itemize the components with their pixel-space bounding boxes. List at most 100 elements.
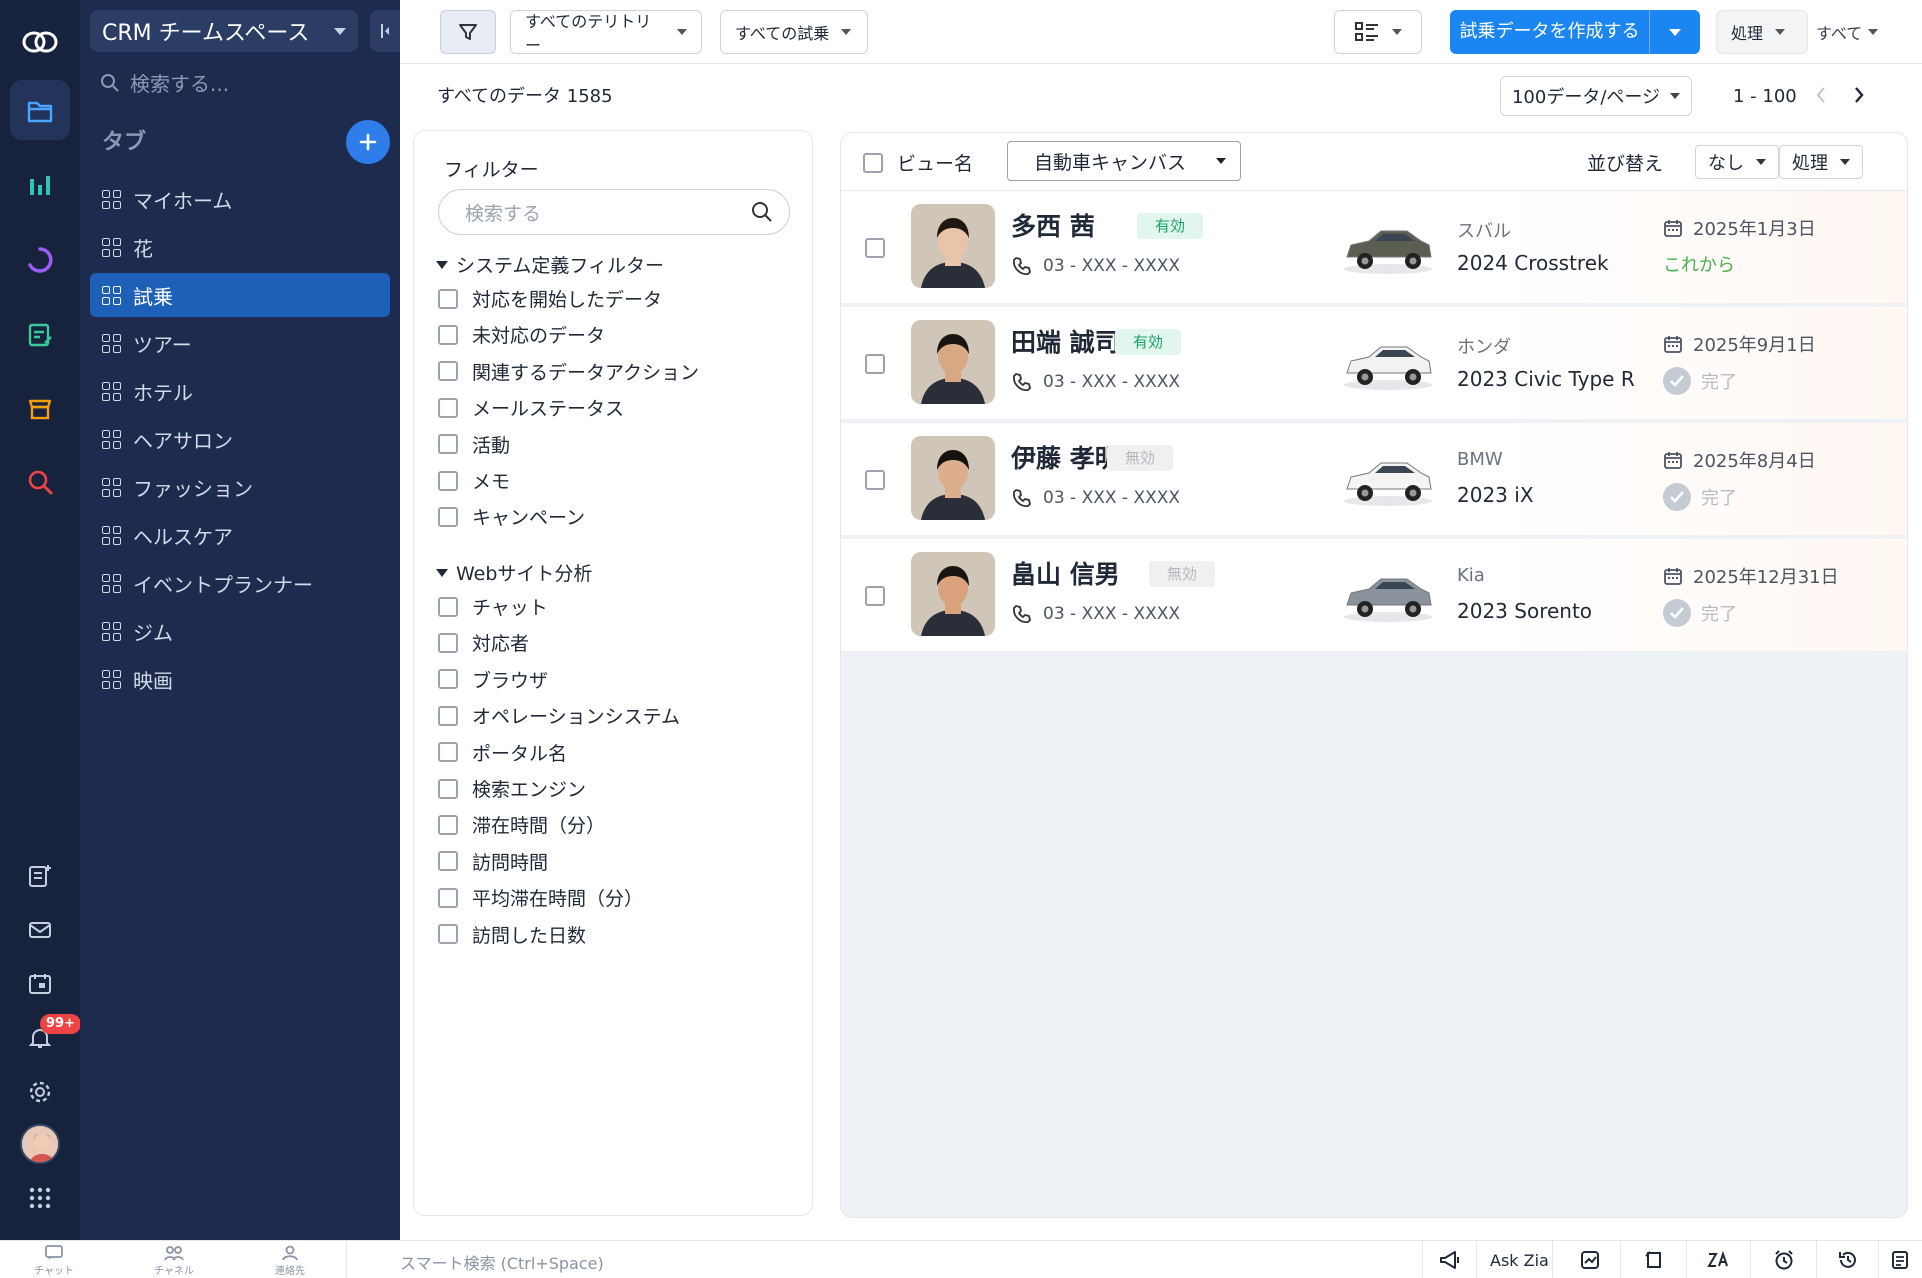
filter-checkbox[interactable] xyxy=(438,397,458,418)
sidebar-item[interactable]: イベントプランナー xyxy=(90,561,390,605)
filter-checkbox[interactable] xyxy=(438,814,458,835)
collapse-sidebar-button[interactable] xyxy=(370,10,400,52)
filter-checkbox[interactable] xyxy=(438,669,458,690)
filter-section-toggle[interactable]: Webサイト分析 xyxy=(436,559,592,586)
sidebar-item[interactable]: 花 xyxy=(90,225,390,269)
filter-checkbox[interactable] xyxy=(438,742,458,763)
view-switcher[interactable] xyxy=(1334,10,1422,54)
filter-option[interactable]: 未対応のデータ xyxy=(438,321,605,348)
signals-icon[interactable] xyxy=(1578,1248,1602,1272)
filter-option[interactable]: ポータル名 xyxy=(438,739,567,766)
filter-checkbox[interactable] xyxy=(438,434,458,455)
customer-name[interactable]: 田端 誠司 xyxy=(1011,323,1120,359)
filter-option[interactable]: 対応者 xyxy=(438,629,529,656)
territory-dropdown[interactable]: すべてのテリトリー xyxy=(510,10,702,55)
record-card[interactable]: 田端 誠司 03 - XXX - XXXX 有効 ホンダ 2023 Civic Type… xyxy=(841,307,1907,421)
filter-checkbox[interactable] xyxy=(438,924,458,945)
filter-checkbox[interactable] xyxy=(438,361,458,382)
sidebar-item[interactable]: ヘルスケア xyxy=(90,513,390,557)
sidebar-item[interactable]: ヘアサロン xyxy=(90,417,390,461)
workspace-switcher[interactable]: CRM チームスペース xyxy=(90,10,358,52)
sidebar-search[interactable]: 検索する... xyxy=(100,68,229,97)
record-card[interactable]: 畠山 信男 03 - XXX - XXXX 無効 Kia 2023 Sorento 202… xyxy=(841,539,1907,653)
mail-icon[interactable] xyxy=(10,900,70,960)
record-card[interactable]: 伊藤 孝明 03 - XXX - XXXX 無効 BMW 2023 iX 2025年8月4… xyxy=(841,423,1907,537)
view-select[interactable]: 自動車キャンバス xyxy=(1007,141,1241,181)
history-icon[interactable] xyxy=(1836,1248,1860,1272)
customer-phone[interactable]: 03 - XXX - XXXX xyxy=(1011,487,1180,509)
filter-option[interactable]: 検索エンジン xyxy=(438,775,586,802)
filter-checkbox[interactable] xyxy=(438,324,458,345)
filter-checkbox[interactable] xyxy=(438,887,458,908)
apps-grid-icon[interactable] xyxy=(10,1168,70,1228)
customer-phone[interactable]: 03 - XXX - XXXX xyxy=(1011,371,1180,393)
create-dropdown-arrow[interactable] xyxy=(1650,28,1700,36)
filter-option[interactable]: 訪問時間 xyxy=(438,848,548,875)
filter-option[interactable]: メールステータス xyxy=(438,394,624,421)
filter-section-toggle[interactable]: システム定義フィルター xyxy=(436,251,664,278)
footer-tab-contacts[interactable]: 連絡先 xyxy=(260,1245,320,1277)
record-checkbox[interactable] xyxy=(865,238,885,258)
filter-option[interactable]: 関連するデータアクション xyxy=(438,358,699,385)
filter-checkbox[interactable] xyxy=(438,705,458,726)
sidebar-item[interactable]: 映画 xyxy=(90,657,390,701)
search-analytics-icon[interactable] xyxy=(10,452,70,512)
per-page-dropdown[interactable]: 100データ/ページ xyxy=(1500,76,1692,116)
customer-name[interactable]: 畠山 信男 xyxy=(1011,555,1120,591)
modules-icon[interactable] xyxy=(10,80,70,140)
filter-checkbox[interactable] xyxy=(438,632,458,653)
filter-checkbox[interactable] xyxy=(438,596,458,617)
filter-checkbox[interactable] xyxy=(438,851,458,872)
user-avatar[interactable] xyxy=(20,1124,60,1164)
filter-checkbox[interactable] xyxy=(438,506,458,527)
smart-search-input[interactable]: スマート検索 (Ctrl+Space) xyxy=(400,1250,604,1274)
sort-dropdown[interactable]: なし xyxy=(1695,145,1779,179)
sidebar-item[interactable]: ツアー xyxy=(90,321,390,365)
filter-option[interactable]: キャンペーン xyxy=(438,503,585,530)
actions-dropdown[interactable]: 処理 xyxy=(1716,10,1808,54)
calendar-icon[interactable] xyxy=(10,954,70,1014)
filter-option[interactable]: 活動 xyxy=(438,431,510,458)
sidebar-item[interactable]: ファッション xyxy=(90,465,390,509)
create-test-drive-button[interactable]: 試乗データを作成する xyxy=(1450,10,1700,54)
filter-option[interactable]: メモ xyxy=(438,467,510,494)
filter-toggle-button[interactable] xyxy=(440,10,496,54)
canvas-actions-dropdown[interactable]: 処理 xyxy=(1779,145,1863,179)
all-dropdown[interactable]: すべて xyxy=(1816,20,1879,44)
store-icon[interactable] xyxy=(10,378,70,438)
filter-option[interactable]: ブラウザ xyxy=(438,666,548,693)
prev-page-button[interactable] xyxy=(1814,84,1828,106)
app-logo-icon[interactable] xyxy=(10,12,70,72)
filter-checkbox[interactable] xyxy=(438,778,458,799)
record-checkbox[interactable] xyxy=(865,354,885,374)
notes-icon[interactable] xyxy=(1888,1248,1912,1272)
announcement-icon[interactable] xyxy=(1438,1248,1462,1272)
filter-option[interactable]: 滞在時間（分） xyxy=(438,811,605,838)
filter-checkbox[interactable] xyxy=(438,470,458,491)
customer-phone[interactable]: 03 - XXX - XXXX xyxy=(1011,603,1180,625)
sidebar-item[interactable]: 試乗 xyxy=(90,273,390,317)
next-page-button[interactable] xyxy=(1852,84,1866,106)
filter-option[interactable]: 平均滞在時間（分） xyxy=(438,884,643,911)
filter-option[interactable]: オペレーションシステム xyxy=(438,702,680,729)
activity-ring-icon[interactable] xyxy=(10,230,70,290)
record-card[interactable]: 多西 茜 03 - XXX - XXXX 有効 スバル 2024 Crosstrek 20… xyxy=(841,191,1907,305)
customer-phone[interactable]: 03 - XXX - XXXX xyxy=(1011,255,1180,277)
footer-tab-channels[interactable]: チャネル xyxy=(144,1245,204,1277)
settings-icon[interactable] xyxy=(10,1062,70,1122)
filter-option[interactable]: 対応を開始したデータ xyxy=(438,285,662,312)
alarm-icon[interactable] xyxy=(1772,1248,1796,1272)
customer-name[interactable]: 伊藤 孝明 xyxy=(1011,439,1120,475)
recent-items-icon[interactable] xyxy=(1642,1248,1666,1272)
select-all-checkbox[interactable] xyxy=(863,152,883,173)
customer-name[interactable]: 多西 茜 xyxy=(1011,207,1095,243)
zia-icon[interactable] xyxy=(1706,1248,1730,1272)
ask-zia-button[interactable]: Ask Zia xyxy=(1490,1251,1549,1270)
filter-checkbox[interactable] xyxy=(438,288,458,309)
add-tab-button[interactable] xyxy=(346,120,390,164)
analytics-icon[interactable] xyxy=(10,156,70,216)
new-note-icon[interactable] xyxy=(10,846,70,906)
record-checkbox[interactable] xyxy=(865,470,885,490)
sidebar-item[interactable]: ホテル xyxy=(90,369,390,413)
record-checkbox[interactable] xyxy=(865,586,885,606)
